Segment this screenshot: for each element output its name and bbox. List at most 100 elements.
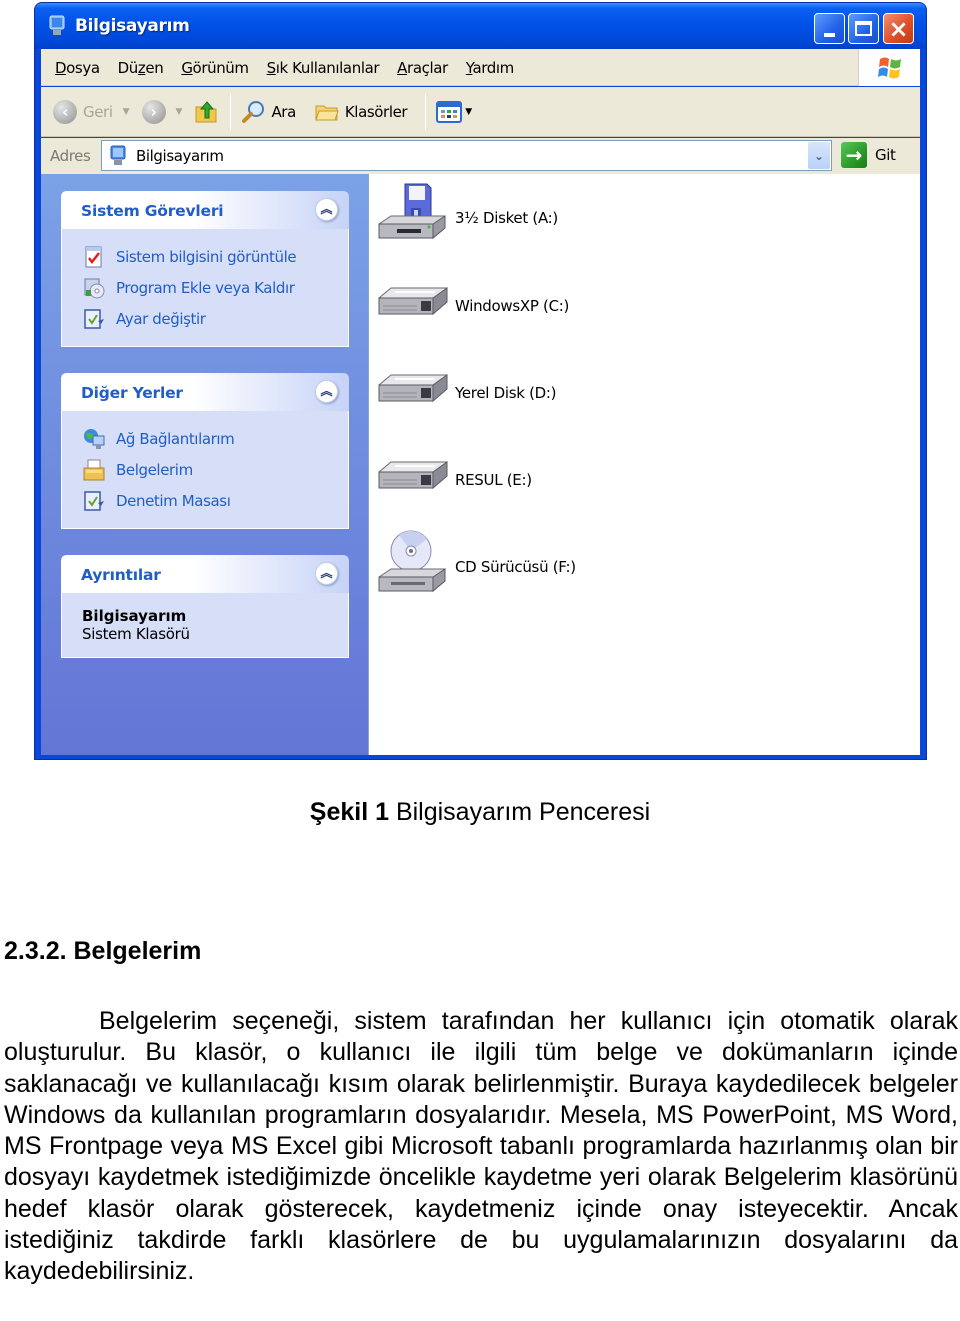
system-tasks-panel: Sistem Görevleri ︽ Sistem bilgisini görü…: [61, 191, 349, 347]
control-panel-icon: [82, 307, 106, 331]
menu-item-2[interactable]: Görünüm: [181, 59, 249, 77]
drives-list: 3½ Disket (A:) WindowsXP (C:) Yerel Disk (…: [368, 174, 920, 755]
drive-item[interactable]: WindowsXP (C:): [375, 268, 569, 344]
system-tasks-header[interactable]: Sistem Görevleri ︽: [61, 191, 349, 229]
hard-drive-icon: [375, 268, 451, 344]
details-title: Ayrıntılar: [81, 566, 161, 584]
details-type: Sistem Klasörü: [82, 625, 190, 643]
figure-caption: Şekil 1 Bilgisayarım Penceresi: [0, 798, 960, 827]
hard-drive-icon: [375, 355, 451, 431]
toolbar-separator: [425, 93, 427, 130]
collapse-chevron-icon[interactable]: ︽: [315, 198, 338, 221]
back-arrow-icon: ‹: [53, 99, 77, 124]
my-documents-icon: [82, 458, 106, 482]
drive-label: 3½ Disket (A:): [455, 209, 558, 227]
maximize-button[interactable]: [848, 13, 879, 44]
details-header[interactable]: Ayrıntılar ︽: [61, 555, 349, 593]
folders-icon: [315, 105, 339, 120]
drive-label: WindowsXP (C:): [455, 297, 570, 315]
menu-item-4[interactable]: Araçlar: [397, 59, 448, 77]
minimize-icon: [824, 32, 835, 37]
control-panel-icon: [82, 489, 106, 513]
menu-item-1[interactable]: Düzen: [118, 59, 164, 77]
section-heading: 2.3.2. Belgelerim: [4, 937, 202, 965]
other-places-item-2[interactable]: Denetim Masası: [82, 485, 348, 516]
menu-item-0[interactable]: Dosya: [55, 59, 100, 77]
drive-label: RESUL (E:): [455, 471, 532, 489]
system-tasks-item-1[interactable]: Program Ekle veya Kaldır: [82, 272, 348, 303]
toolbar-separator: [230, 93, 232, 130]
window-title: Bilgisayarım: [75, 16, 190, 36]
go-label: Git: [875, 146, 896, 164]
figure-number: Şekil 1: [309, 798, 389, 826]
search-button[interactable]: Ara: [241, 94, 296, 130]
other-places-item-label: Denetim Masası: [116, 491, 231, 510]
forward-button[interactable]: ›: [141, 94, 166, 130]
up-folder-icon: [195, 100, 217, 122]
system-tasks-item-2[interactable]: Ayar değiştir: [82, 303, 348, 334]
other-places-item-label: Belgelerim: [116, 460, 193, 479]
other-places-panel: Diğer Yerler ︽ Ağ Bağlantılarım Belgeleri…: [61, 373, 349, 529]
folders-button[interactable]: Klasörler: [314, 94, 408, 130]
other-places-title: Diğer Yerler: [81, 384, 183, 402]
address-input[interactable]: Bilgisayarım ⌄: [101, 140, 832, 171]
system-tasks-item-label: Program Ekle veya Kaldır: [116, 278, 295, 297]
drive-item[interactable]: Yerel Disk (D:): [375, 355, 557, 431]
floppy-drive-icon: [375, 180, 451, 256]
folders-label: Klasörler: [344, 102, 408, 121]
address-bar: Adres Bilgisayarım ⌄ → Git: [41, 138, 920, 174]
back-label: Geri: [83, 102, 113, 121]
system-tasks-item-0[interactable]: Sistem bilgisini görüntüle: [82, 241, 348, 272]
body-paragraph: Belgelerim seçeneği, sistem tarafından h…: [4, 1007, 958, 1286]
drive-item[interactable]: CD Sürücüsü (F:): [375, 529, 576, 605]
search-label: Ara: [271, 102, 296, 121]
system-tasks-item-label: Sistem bilgisini görüntüle: [116, 247, 297, 266]
up-folder-button[interactable]: [194, 94, 220, 130]
forward-history-dropdown[interactable]: ▼: [176, 107, 183, 117]
windows-flag-icon: [877, 57, 901, 78]
search-icon: [242, 100, 265, 123]
close-icon: ×: [888, 14, 909, 43]
add-remove-programs-icon: [82, 276, 106, 300]
drive-label: CD Sürücüsü (F:): [455, 558, 576, 576]
menu-item-3[interactable]: Sık Kullanılanlar: [267, 59, 380, 77]
close-button[interactable]: ×: [883, 13, 914, 44]
views-button[interactable]: ▼: [436, 94, 472, 130]
cd-drive-icon: [375, 529, 451, 605]
address-value: Bilgisayarım: [136, 146, 224, 165]
maximize-icon: [855, 21, 872, 36]
explorer-window: Bilgisayarım × Dosya Düzen Görünüm Sık Kull…: [34, 2, 927, 760]
other-places-header[interactable]: Diğer Yerler ︽: [61, 373, 349, 411]
collapse-chevron-icon[interactable]: ︽: [315, 380, 338, 403]
system-tasks-item-label: Ayar değiştir: [116, 309, 206, 328]
drive-item[interactable]: 3½ Disket (A:): [375, 180, 558, 256]
menu-bar: Dosya Düzen Görünüm Sık Kullanılanlar Araçla…: [41, 49, 920, 86]
back-button[interactable]: ‹ Geri: [53, 94, 113, 130]
go-arrow-icon: →: [841, 142, 867, 168]
network-places-icon: [82, 427, 106, 451]
drive-item[interactable]: RESUL (E:): [375, 442, 532, 518]
other-places-item-1[interactable]: Belgelerim: [82, 454, 348, 485]
my-computer-icon: [110, 145, 126, 165]
details-name: Bilgisayarım: [82, 607, 187, 625]
task-pane: Sistem Görevleri ︽ Sistem bilgisini görü…: [41, 174, 368, 755]
views-dropdown-icon: ▼: [465, 106, 472, 117]
address-label: Adres: [50, 147, 91, 165]
go-button[interactable]: → Git: [841, 142, 896, 168]
other-places-item-0[interactable]: Ağ Bağlantılarım: [82, 423, 348, 454]
figure-title: Bilgisayarım Penceresi: [389, 798, 651, 826]
system-tasks-title: Sistem Görevleri: [81, 202, 224, 220]
title-bar[interactable]: Bilgisayarım ×: [35, 3, 926, 49]
drive-label: Yerel Disk (D:): [455, 384, 557, 402]
menu-item-5[interactable]: Yardım: [466, 59, 515, 77]
forward-arrow-icon: ›: [141, 99, 166, 124]
address-dropdown-button[interactable]: ⌄: [808, 142, 830, 169]
back-history-dropdown[interactable]: ▼: [123, 107, 130, 117]
system-info-icon: [82, 245, 106, 269]
other-places-item-label: Ağ Bağlantılarım: [116, 429, 235, 448]
collapse-chevron-icon[interactable]: ︽: [315, 562, 338, 585]
toolbar: ‹ Geri ▼ › ▼ Ara Klasörler ▼: [41, 87, 920, 137]
hard-drive-icon: [375, 442, 451, 518]
details-panel: Ayrıntılar ︽ Bilgisayarım Sistem Klasörü: [61, 555, 349, 658]
minimize-button[interactable]: [814, 13, 845, 44]
